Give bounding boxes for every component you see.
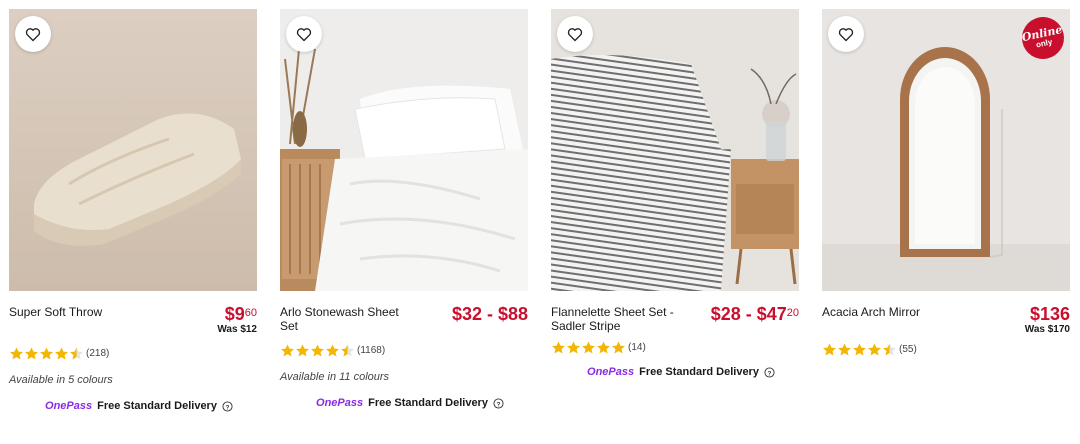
info-circle-icon[interactable]: ? <box>222 400 233 412</box>
delivery-text: Free Standard Delivery <box>368 397 488 409</box>
product-image[interactable]: Online only <box>822 9 1070 291</box>
onepass-logo: OnePass <box>45 400 93 412</box>
heart-outline-icon <box>296 27 312 41</box>
star-rating <box>9 346 84 361</box>
product-name[interactable]: Acacia Arch Mirror <box>822 305 920 319</box>
was-price: Was $170 <box>1024 324 1070 335</box>
product-card-flannelette-sheet-set[interactable]: Flannelette Sheet Set - Sadler Stripe $2… <box>551 9 799 378</box>
svg-text:?: ? <box>768 370 772 377</box>
review-count[interactable]: (218) <box>86 348 109 359</box>
star-icon <box>853 343 866 356</box>
availability-text: Available in 5 colours <box>9 374 113 386</box>
heart-outline-icon <box>25 27 41 41</box>
wishlist-button[interactable] <box>15 16 51 52</box>
star-icon <box>10 347 23 360</box>
availability-text: Available in 11 colours <box>280 371 390 383</box>
price: $136 <box>1029 304 1070 324</box>
product-image[interactable] <box>280 9 528 291</box>
wishlist-button[interactable] <box>828 16 864 52</box>
star-icon <box>296 344 309 357</box>
product-image[interactable] <box>9 9 257 291</box>
product-name[interactable]: Super Soft Throw <box>9 305 102 319</box>
star-icon <box>552 341 565 354</box>
star-icon <box>582 341 595 354</box>
svg-text:?: ? <box>226 404 230 411</box>
star-icon <box>868 343 881 356</box>
star-icon <box>612 341 625 354</box>
info-circle-icon[interactable]: ? <box>493 397 504 409</box>
rating: (14) <box>551 340 799 355</box>
heart-outline-icon <box>838 27 854 41</box>
review-count[interactable]: (1168) <box>357 345 385 356</box>
star-icon <box>25 347 38 360</box>
star-icon <box>883 343 896 356</box>
star-icon <box>567 341 580 354</box>
delivery-text: Free Standard Delivery <box>97 400 217 412</box>
product-image[interactable] <box>551 9 799 291</box>
star-icon <box>311 344 324 357</box>
delivery-info: OnePass Free Standard Delivery ? <box>9 400 269 412</box>
delivery-info: OnePass Free Standard Delivery ? <box>551 366 811 378</box>
wishlist-button[interactable] <box>286 16 322 52</box>
star-icon <box>838 343 851 356</box>
was-price: Was $12 <box>217 324 257 335</box>
star-icon <box>597 341 610 354</box>
product-card-arlo-sheet-set[interactable]: Arlo Stonewash Sheet Set $32 - $88 (1168… <box>280 9 528 409</box>
star-icon <box>341 344 354 357</box>
star-icon <box>70 347 83 360</box>
product-card-super-soft-throw[interactable]: Super Soft Throw $960 Was $12 (218) Avai… <box>9 9 257 412</box>
price-box: $32 - $88 <box>452 305 528 323</box>
star-icon <box>823 343 836 356</box>
delivery-text: Free Standard Delivery <box>639 366 759 378</box>
wishlist-button[interactable] <box>557 16 593 52</box>
throw-blanket-image <box>9 9 257 291</box>
rating: (55) <box>822 342 1070 357</box>
svg-text:?: ? <box>497 401 501 408</box>
price: $28 - $4720 <box>710 304 799 324</box>
star-icon <box>55 347 68 360</box>
info-circle-icon[interactable]: ? <box>764 366 775 378</box>
onepass-logo: OnePass <box>316 397 364 409</box>
star-rating <box>280 343 355 358</box>
onepass-logo: OnePass <box>587 366 635 378</box>
star-rating <box>551 340 626 355</box>
star-icon <box>40 347 53 360</box>
price: $960 <box>224 304 257 324</box>
product-name[interactable]: Flannelette Sheet Set - Sadler Stripe <box>551 305 681 333</box>
price-box: $28 - $4720 <box>711 305 799 323</box>
price-box: $960 Was $12 <box>217 305 257 335</box>
star-icon <box>281 344 294 357</box>
heart-outline-icon <box>567 27 583 41</box>
review-count[interactable]: (14) <box>628 342 646 353</box>
product-card-acacia-arch-mirror[interactable]: Online only Acacia Arch Mirror $136 Was … <box>822 9 1070 357</box>
rating: (218) <box>9 346 257 361</box>
rating: (1168) <box>280 343 528 358</box>
star-icon <box>326 344 339 357</box>
star-rating <box>822 342 897 357</box>
review-count[interactable]: (55) <box>899 344 917 355</box>
striped-sheet-image <box>551 9 799 291</box>
sheet-set-image <box>280 9 528 291</box>
price: $32 - $88 <box>451 304 528 324</box>
delivery-info: OnePass Free Standard Delivery ? <box>280 397 540 409</box>
product-name[interactable]: Arlo Stonewash Sheet Set <box>280 305 420 333</box>
price-box: $136 Was $170 <box>1025 305 1070 335</box>
